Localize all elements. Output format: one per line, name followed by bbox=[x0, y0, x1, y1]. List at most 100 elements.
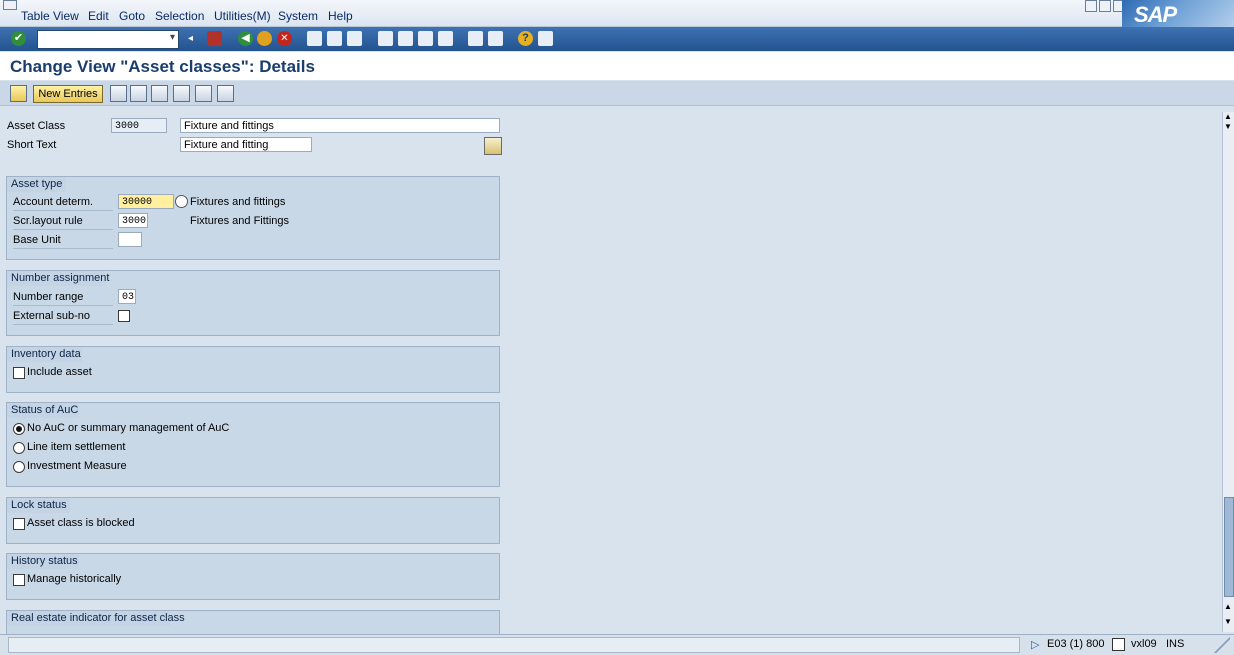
manage-historically-checkbox[interactable] bbox=[13, 574, 25, 586]
back-arrow-small-icon[interactable]: ◂ bbox=[188, 31, 203, 46]
system-info-icon[interactable] bbox=[1112, 638, 1125, 651]
asset-class-description-field[interactable]: Fixture and fittings bbox=[180, 118, 500, 133]
title-bar: Change View "Asset classes": Details bbox=[0, 52, 1234, 80]
external-subno-checkbox[interactable] bbox=[118, 310, 130, 322]
enter-check-icon[interactable]: ✔ bbox=[11, 31, 26, 46]
inventory-data-group: Inventory data Include asset bbox=[6, 346, 500, 393]
undo-change-icon[interactable] bbox=[151, 85, 168, 102]
menu-utilities[interactable]: Utilities(M) bbox=[214, 9, 271, 23]
vertical-scrollbar[interactable]: ▲ ▼ ▲ ▼ bbox=[1222, 112, 1234, 632]
investment-measure-label: Investment Measure bbox=[27, 460, 127, 472]
menu-bar: Table View Edit Goto Selection Utilities… bbox=[0, 0, 1234, 27]
last-page-icon[interactable] bbox=[438, 31, 453, 46]
sap-logo-text: SAP bbox=[1134, 2, 1177, 27]
lock-status-group: Lock status Asset class is blocked bbox=[6, 497, 500, 544]
asset-type-title: Asset type bbox=[7, 177, 77, 192]
short-text-label: Short Text bbox=[7, 139, 57, 151]
real-estate-title: Real estate indicator for asset class bbox=[7, 611, 199, 626]
exit-icon[interactable] bbox=[257, 31, 272, 46]
next-entry-icon[interactable] bbox=[195, 85, 212, 102]
scrollbar-thumb[interactable] bbox=[1224, 497, 1234, 597]
status-expand-icon[interactable]: ▷ bbox=[1031, 638, 1039, 651]
value-help-icon[interactable] bbox=[175, 195, 188, 208]
menu-selection[interactable]: Selection bbox=[155, 9, 204, 23]
manage-historically-label: Manage historically bbox=[27, 573, 122, 585]
command-field[interactable]: ▾ bbox=[37, 30, 179, 49]
scroll-page-down-icon[interactable]: ▼ bbox=[1224, 122, 1232, 131]
insert-mode: INS bbox=[1166, 638, 1185, 650]
account-determination-description: Fixtures and fittings bbox=[190, 196, 286, 208]
command-history-icon[interactable]: ▾ bbox=[170, 32, 175, 43]
previous-entry-icon[interactable] bbox=[173, 85, 190, 102]
menu-help[interactable]: Help bbox=[328, 9, 353, 23]
asset-class-blocked-checkbox[interactable] bbox=[13, 518, 25, 530]
short-text-field[interactable]: Fixture and fitting bbox=[180, 137, 312, 152]
history-status-group: History status Manage historically bbox=[6, 553, 500, 600]
line-item-settlement-label: Line item settlement bbox=[27, 441, 126, 453]
external-subno-label: External sub-no bbox=[13, 309, 113, 325]
status-message-area bbox=[8, 637, 1020, 653]
layout-menu-icon[interactable] bbox=[538, 31, 553, 46]
no-auc-radio[interactable] bbox=[13, 423, 25, 435]
display-change-icon[interactable] bbox=[10, 85, 27, 102]
find-icon[interactable] bbox=[327, 31, 342, 46]
history-status-title: History status bbox=[7, 554, 92, 569]
application-toolbar: New Entries bbox=[0, 81, 1234, 106]
cancel-icon[interactable]: ✕ bbox=[277, 31, 292, 46]
lock-status-title: Lock status bbox=[7, 498, 81, 513]
select-all-icon[interactable] bbox=[217, 85, 234, 102]
back-icon[interactable]: ◀ bbox=[238, 31, 253, 46]
inventory-data-title: Inventory data bbox=[7, 347, 95, 362]
system-info: E03 (1) 800 bbox=[1047, 638, 1105, 650]
shortcut-icon[interactable] bbox=[488, 31, 503, 46]
screen-layout-rule-field[interactable]: 3000 bbox=[118, 213, 148, 228]
line-item-settlement-radio[interactable] bbox=[13, 442, 25, 454]
copy-as-icon[interactable] bbox=[110, 85, 127, 102]
edit-long-text-icon[interactable] bbox=[484, 137, 502, 155]
scroll-down-icon[interactable]: ▼ bbox=[1224, 617, 1232, 626]
previous-page-icon[interactable] bbox=[398, 31, 413, 46]
scroll-up-icon[interactable]: ▲ bbox=[1224, 112, 1232, 121]
no-auc-label: No AuC or summary management of AuC bbox=[27, 422, 230, 434]
first-page-icon[interactable] bbox=[378, 31, 393, 46]
find-next-icon[interactable] bbox=[347, 31, 362, 46]
screen-layout-rule-description: Fixtures and Fittings bbox=[190, 215, 290, 227]
include-asset-label: Include asset bbox=[27, 366, 92, 378]
investment-measure-radio[interactable] bbox=[13, 461, 25, 473]
page-title: Change View "Asset classes": Details bbox=[10, 57, 315, 76]
menu-edit[interactable]: Edit bbox=[88, 9, 109, 23]
asset-type-group: Asset type Account determ. 30000 Fixture… bbox=[6, 176, 500, 260]
restore-window-icon[interactable] bbox=[1099, 0, 1111, 12]
base-unit-field[interactable] bbox=[118, 232, 142, 247]
base-unit-label: Base Unit bbox=[13, 233, 113, 249]
window-menu-icon[interactable] bbox=[3, 0, 17, 10]
help-icon[interactable]: ? bbox=[518, 31, 533, 46]
new-session-icon[interactable] bbox=[468, 31, 483, 46]
asset-class-label: Asset Class bbox=[7, 120, 66, 132]
save-icon[interactable] bbox=[207, 31, 222, 46]
next-page-icon[interactable] bbox=[418, 31, 433, 46]
number-range-field[interactable]: 03 bbox=[118, 289, 136, 304]
screen-layout-rule-label: Scr.layout rule bbox=[13, 214, 113, 230]
auc-status-group: Status of AuC No AuC or summary manageme… bbox=[6, 402, 500, 487]
number-assignment-group: Number assignment Number range 03 Extern… bbox=[6, 270, 500, 336]
scroll-page-up-icon[interactable]: ▲ bbox=[1224, 602, 1232, 611]
print-icon[interactable] bbox=[307, 31, 322, 46]
new-entries-button[interactable]: New Entries bbox=[33, 85, 103, 103]
delete-icon[interactable] bbox=[130, 85, 147, 102]
menu-system[interactable]: System bbox=[278, 9, 318, 23]
asset-class-blocked-label: Asset class is blocked bbox=[27, 517, 135, 529]
system-toolbar: ✔ ▾ ◂ ◀ ✕ ? bbox=[0, 27, 1234, 51]
account-determination-field[interactable]: 30000 bbox=[118, 194, 174, 209]
menu-goto[interactable]: Goto bbox=[119, 9, 145, 23]
include-asset-checkbox[interactable] bbox=[13, 367, 25, 379]
resize-grip-icon[interactable] bbox=[1210, 637, 1230, 653]
minimize-window-icon[interactable] bbox=[1085, 0, 1097, 12]
asset-class-field: 3000 bbox=[111, 118, 167, 133]
menu-table-view[interactable]: Table View bbox=[21, 9, 79, 23]
number-assignment-title: Number assignment bbox=[7, 271, 124, 286]
status-bar: ▷ E03 (1) 800 vxl09 INS bbox=[0, 634, 1234, 655]
server-name: vxl09 bbox=[1131, 638, 1157, 650]
number-range-label: Number range bbox=[13, 290, 113, 306]
real-estate-group: Real estate indicator for asset class bbox=[6, 610, 500, 634]
